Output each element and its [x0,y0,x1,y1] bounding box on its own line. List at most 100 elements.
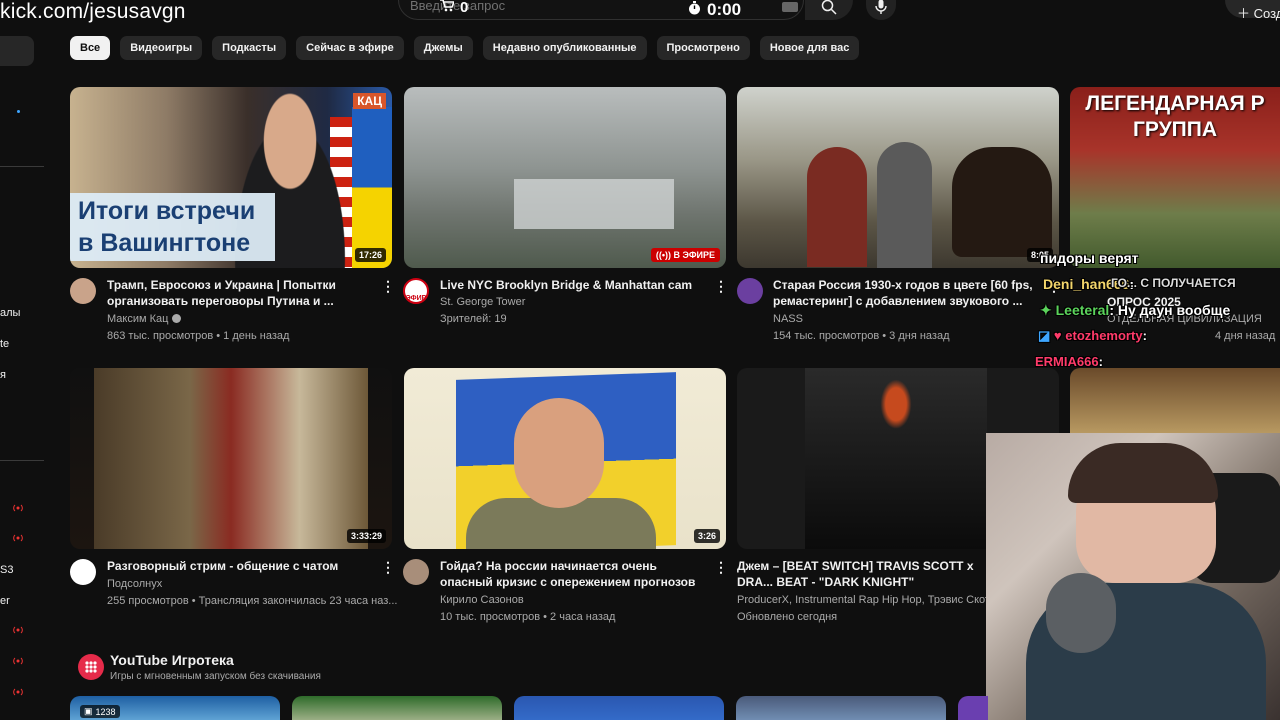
channel-avatar[interactable] [70,278,96,304]
badge-icon: ◪ [1038,328,1051,343]
channel-avatar[interactable] [403,559,429,585]
thumb-art [807,147,867,267]
video-meta: Зрителей: 19 [440,313,507,325]
channel-name[interactable]: Кирило Сазонов [440,592,524,609]
channel-name[interactable]: St. George Tower [440,294,525,311]
section-title[interactable]: YouTube Игротека [110,652,234,668]
voice-search-button[interactable] [866,0,896,20]
filter-chips-bar: Все Видеоигры Подкасты Сейчас в эфире Дж… [70,36,860,60]
chip-recently-uploaded[interactable]: Недавно опубликованные [482,36,647,60]
plus-icon: ＋ [1237,6,1251,21]
video-title[interactable]: Джем – [BEAT SWITCH] TRAVIS SCOTT x DRA.… [737,558,987,590]
chat-username: etozhemorty [1065,328,1143,343]
live-badge: ((•)) В ЭФИРЕ [650,248,720,262]
chip-all[interactable]: Все [70,36,111,60]
thumb-art [514,179,674,229]
video-meta: 10 тыс. просмотров • 2 часа назад [440,611,616,623]
thumb-art [805,368,987,549]
keyboard-icon[interactable] [782,2,798,12]
sidebar-item-3[interactable]: я [0,369,6,381]
channel-name[interactable]: ProducerX, Instrumental Rap Hip Hop, Трэ… [737,592,995,609]
video-meta: 154 тыс. просмотров • 3 дня назад [773,330,950,342]
chip-watched[interactable]: Просмотрено [656,36,750,60]
playables-icon [78,654,104,680]
sidebar-subscription-er[interactable]: er [0,595,10,607]
live-icon [13,688,23,696]
sidebar-item-channels[interactable]: алы [0,307,20,319]
game-card[interactable] [958,696,988,720]
video-thumbnail[interactable]: 3:26 [404,368,726,549]
video-thumbnail[interactable]: 3:33:29 [70,368,392,549]
video-title[interactable]: Старая Россия 1930-х годов в цвете [60 f… [773,277,1043,309]
webcam-art [1068,443,1218,503]
live-icon [13,626,23,634]
live-icon [13,657,23,665]
video-title[interactable]: Разговорный стрим - общение с чатом [107,558,377,574]
stopwatch-icon [688,0,701,20]
game-card[interactable] [292,696,502,720]
video-thumbnail[interactable]: 8:05 [737,87,1059,268]
thumb-art [514,398,604,508]
cart-icon [440,0,456,16]
verified-icon [171,314,181,323]
channel-avatar[interactable]: ЭФИР [403,278,429,304]
channel-name[interactable]: NASS [773,311,803,328]
more-actions-icon[interactable]: ⋮ [381,560,395,574]
game-card[interactable] [514,696,724,720]
chip-jams[interactable]: Джемы [413,36,473,60]
video-title[interactable]: Трамп, Евросоюз и Украина | Попытки орга… [107,277,377,309]
search-icon [821,0,837,20]
gamepad-icon: ▣ [84,706,93,716]
thumbnail-caption: ЛЕГЕНДАРНАЯ Р ГРУППА [1085,92,1265,141]
sidebar-item-2[interactable]: te [0,338,9,350]
video-title[interactable]: Гойда? На россии начинается очень опасны… [440,558,710,590]
chip-live[interactable]: Сейчас в эфире [296,36,404,60]
subscriptions-new-dot [17,110,20,113]
chat-username: Leeteral [1055,302,1110,318]
video-duration: 3:33:29 [346,529,386,543]
video-thumbnail[interactable]: ((•)) В ЭФИРЕ [404,87,726,268]
more-actions-icon[interactable]: ⋮ [714,279,728,293]
create-button[interactable]: ＋ Созд [1225,0,1280,21]
microphone-icon [875,0,887,20]
diamond-icon: ✦ [1040,302,1052,318]
cart-count: 0 [460,0,469,16]
heart-icon: ♥ [1053,328,1062,343]
sidebar-item-home[interactable] [0,36,34,66]
thumbnail-tag: КАЦ [353,93,386,109]
video-meta: 255 просмотров • Трансляция закончилась … [107,595,398,607]
sidebar-subscription-s3[interactable]: S3 [0,564,13,576]
video-thumbnail[interactable]: Итоги встречи в Вашингтоне КАЦ 17:26 [70,87,392,268]
video-thumbnail[interactable] [1070,368,1280,434]
live-icon [13,534,23,542]
channel-name[interactable]: Максим Кац [107,311,181,328]
cart-counter: 0 [440,0,468,16]
more-actions-icon[interactable]: ⋮ [714,560,728,574]
chat-message: ✦ Leeteral: Ну даун вообще [1040,302,1231,318]
channel-name[interactable]: Подсолнух [107,576,162,593]
section-subtitle: Игры с мгновенным запуском без скачивани… [110,671,321,682]
search-button[interactable] [805,0,853,20]
thumb-art [877,142,932,268]
chat-username: ERMIA666 [1035,354,1099,369]
chip-podcasts[interactable]: Подкасты [212,36,287,60]
game-card[interactable] [736,696,946,720]
chip-video-games[interactable]: Видеоигры [120,36,203,60]
video-meta: 4 дня назад [1215,330,1276,342]
sidebar-divider [0,166,44,167]
timer-value: 0:00 [707,0,742,19]
chat-message: пидоры верят [1040,250,1139,266]
sidebar-divider [0,460,44,461]
channel-avatar[interactable] [737,278,763,304]
chat-message: ◪ ♥ etozhemorty: [1038,328,1147,343]
more-actions-icon[interactable]: ⋮ [381,279,395,293]
webcam-art [1046,573,1116,653]
live-icon [13,504,23,512]
video-thumbnail[interactable]: ЛЕГЕНДАРНАЯ Р ГРУППА [1070,87,1280,268]
video-meta: Обновлено сегодня [737,611,838,623]
channel-avatar[interactable] [70,559,96,585]
chip-new-to-you[interactable]: Новое для вас [759,36,860,60]
chat-message: ERMIA666: [1035,354,1103,369]
video-duration: 3:26 [693,529,720,543]
video-title[interactable]: Live NYC Brooklyn Bridge & Manhattan cam [440,277,710,293]
